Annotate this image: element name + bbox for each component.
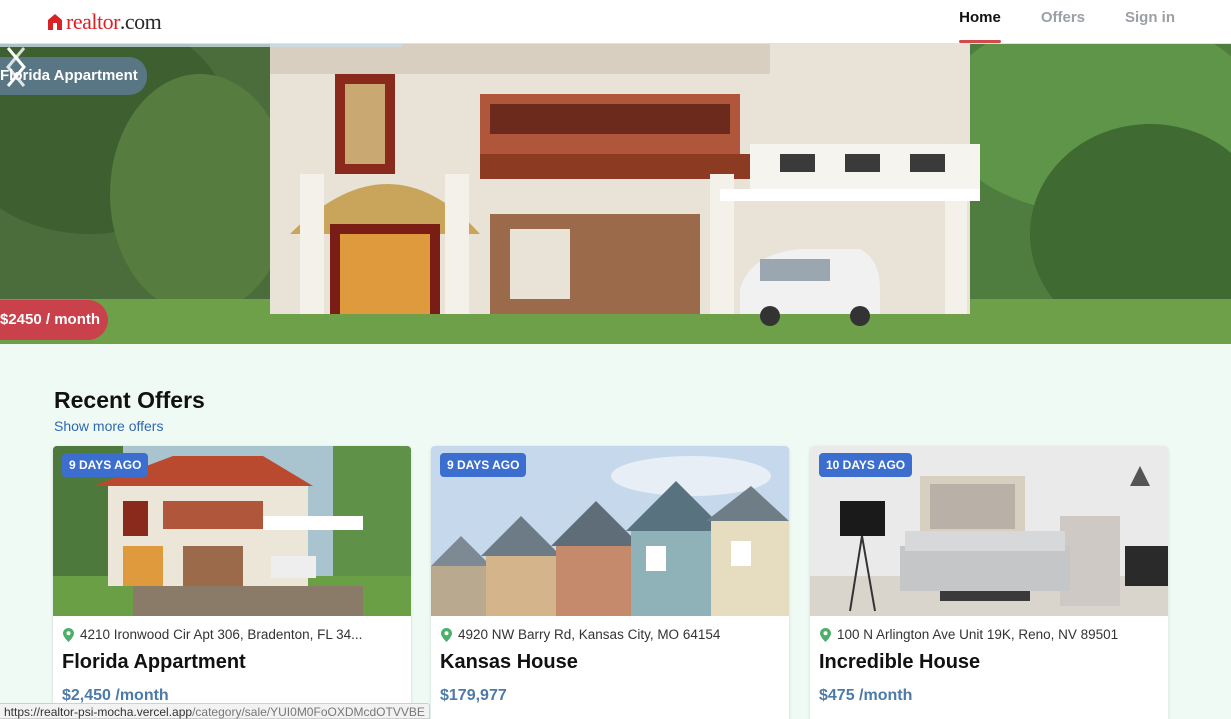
offer-title[interactable]: Florida Appartment: [62, 651, 246, 674]
main-nav: Home Offers Sign in: [959, 0, 1175, 44]
offer-address: 4210 Ironwood Cir Apt 306, Bradenton, FL…: [63, 627, 403, 642]
offer-address-text: 4210 Ironwood Cir Apt 306, Bradenton, FL…: [80, 627, 363, 642]
top-navbar: realtor .com Home Offers Sign in: [0, 0, 1231, 44]
location-pin-icon: [63, 627, 74, 642]
link-preview-statusbar: https://realtor-psi-mocha.vercel.app/cat…: [0, 703, 430, 719]
status-url-path: /category/sale/YUI0M0FoOXDMcdOTVVBE: [192, 705, 425, 719]
offer-address: 100 N Arlington Ave Unit 19K, Reno, NV 8…: [820, 627, 1160, 642]
chevron-right-icon[interactable]: [0, 44, 32, 90]
posted-badge: 9 DAYS AGO: [440, 453, 527, 477]
offer-card[interactable]: 9 DAYS AGO 4920 NW Barry Rd, Kansas City…: [431, 446, 789, 719]
nav-offers[interactable]: Offers: [1041, 0, 1085, 44]
offer-price: $475 /month: [819, 687, 913, 704]
nav-sign-in[interactable]: Sign in: [1125, 0, 1175, 44]
posted-badge: 10 DAYS AGO: [819, 453, 913, 477]
hero-listing-price: $2450 / month: [0, 300, 109, 340]
hero-carousel[interactable]: Florida Appartment $2450 / month: [0, 44, 1231, 344]
offer-title[interactable]: Kansas House: [440, 651, 578, 674]
status-url-host: https://realtor-psi-mocha.vercel.app: [4, 705, 193, 719]
offer-address: 4920 NW Barry Rd, Kansas City, MO 64154: [441, 627, 781, 642]
posted-badge: 9 DAYS AGO: [62, 453, 149, 477]
hero-house-image: [0, 44, 1231, 344]
offer-card[interactable]: 9 DAYS AGO 4210 Ironwood Cir Apt 306, Br…: [53, 446, 411, 719]
recent-offers-heading: Recent Offers: [54, 387, 205, 413]
offer-card-image: 10 DAYS AGO: [810, 446, 1168, 616]
show-more-offers-link[interactable]: Show more offers: [54, 418, 163, 434]
offer-card-image: 9 DAYS AGO: [53, 446, 411, 616]
logo-text-dotcom: .com: [119, 9, 162, 34]
offer-card[interactable]: 10 DAYS AGO 100 N Arlington Ave Unit 19K…: [810, 446, 1168, 719]
logo-text-realtor: realtor: [66, 9, 120, 34]
realtor-logo[interactable]: realtor .com: [47, 9, 162, 35]
house-logo-icon: [48, 14, 62, 30]
carousel-progress: [0, 44, 402, 47]
offer-card-image: 9 DAYS AGO: [431, 446, 789, 616]
offer-address-text: 4920 NW Barry Rd, Kansas City, MO 64154: [458, 627, 721, 642]
nav-home[interactable]: Home: [959, 0, 1001, 44]
location-pin-icon: [441, 627, 452, 642]
offer-title[interactable]: Incredible House: [819, 651, 980, 674]
offer-price: $179,977: [440, 687, 507, 704]
offer-address-text: 100 N Arlington Ave Unit 19K, Reno, NV 8…: [837, 627, 1119, 642]
location-pin-icon: [820, 627, 831, 642]
